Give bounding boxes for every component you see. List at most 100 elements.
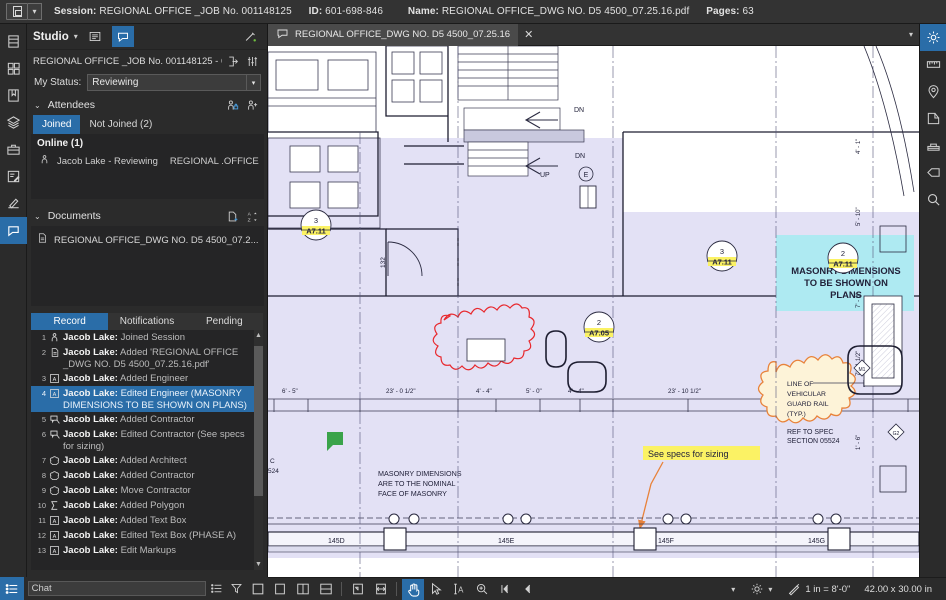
cloud-icon xyxy=(46,454,63,466)
pdf-canvas[interactable]: DN DN UP E xyxy=(268,46,919,577)
record-item-user: Jacob Lake: xyxy=(63,332,118,343)
callout-bubble[interactable]: 3A7.11 xyxy=(301,210,331,240)
fit-page-button[interactable] xyxy=(347,579,369,600)
record-list-item[interactable]: 9Jacob Lake: Move Contractor xyxy=(31,483,263,498)
record-scrollbar[interactable]: ▲ ▼ xyxy=(254,330,263,570)
search-button[interactable] xyxy=(920,186,946,213)
text-select-tool[interactable]: A xyxy=(448,579,470,600)
dimension-label: 23' - 10 1/2" xyxy=(668,388,701,395)
record-list-item[interactable]: 8Jacob Lake: Added Contractor xyxy=(31,468,263,483)
sidebar-thumbnails[interactable] xyxy=(0,28,27,55)
continuous-view[interactable] xyxy=(315,579,337,600)
brightness-icon[interactable] xyxy=(746,579,768,600)
stamp-button[interactable] xyxy=(920,132,946,159)
record-list[interactable]: 1Jacob Lake: Joined Session2Jacob Lake: … xyxy=(31,330,263,570)
svg-text:SECTION 05524: SECTION 05524 xyxy=(787,438,840,445)
zoom-tool[interactable] xyxy=(471,579,493,600)
callout-bubble[interactable]: 3A7.11 xyxy=(707,241,737,271)
chevron-down-icon[interactable]: ⌄ xyxy=(34,212,41,221)
two-page-view[interactable] xyxy=(292,579,314,600)
properties-panel-button[interactable] xyxy=(920,24,946,51)
sidebar-markups-list[interactable] xyxy=(0,163,27,190)
svg-text:C: C xyxy=(270,458,275,465)
chat-list-icon[interactable] xyxy=(0,577,24,600)
tab-joined[interactable]: Joined xyxy=(33,115,80,134)
sidebar-index[interactable] xyxy=(0,55,27,82)
chevron-up-icon[interactable]: ▲ xyxy=(254,330,263,341)
scrollbar-thumb[interactable] xyxy=(254,346,263,496)
tab-not-joined[interactable]: Not Joined (2) xyxy=(80,115,161,134)
callout-bubble[interactable]: 2A7.05 xyxy=(584,312,614,342)
snapshot-button[interactable] xyxy=(920,105,946,132)
record-list-item[interactable]: 12AJacob Lake: Edited Text Box (PHASE A) xyxy=(31,528,263,543)
person-icon xyxy=(39,152,50,170)
my-status-select[interactable]: Reviewing ▾ xyxy=(87,74,261,91)
record-list-item[interactable]: 10Jacob Lake: Added Polygon xyxy=(31,498,263,513)
add-document-icon[interactable] xyxy=(222,210,242,223)
record-list-item[interactable]: 13AJacob Lake: Edit Markups xyxy=(31,543,263,558)
person-add-icon[interactable] xyxy=(242,99,262,112)
record-list-item[interactable]: 5Jacob Lake: Added Contractor xyxy=(31,412,263,427)
location-button[interactable] xyxy=(920,78,946,105)
sliders-icon[interactable] xyxy=(242,55,262,68)
studio-projects-button[interactable] xyxy=(84,26,106,47)
pan-tool[interactable] xyxy=(402,579,424,600)
session-document-button[interactable] xyxy=(6,3,28,20)
chevron-down-icon[interactable]: ▾ xyxy=(74,32,78,41)
chevron-down-icon[interactable]: ▾ xyxy=(909,30,913,39)
sidebar-signature[interactable] xyxy=(0,190,27,217)
sort-az-icon[interactable]: A Z xyxy=(242,210,262,223)
studio-sessions-button[interactable] xyxy=(112,26,134,47)
leave-session-icon[interactable] xyxy=(239,26,261,47)
record-item-number: 6 xyxy=(33,428,46,439)
pages-value: 63 xyxy=(743,6,754,17)
record-list-item[interactable]: 4AJacob Lake: Edited Engineer (MASONRY D… xyxy=(31,386,263,412)
attendee-row[interactable]: Jacob Lake - Reviewing REGIONAL .OFFICE xyxy=(31,152,264,170)
svg-text:A: A xyxy=(247,211,251,217)
svg-text:132: 132 xyxy=(380,257,387,268)
record-list-item[interactable]: 6Jacob Lake: Edited Contractor (See spec… xyxy=(31,427,263,453)
previous-page-button[interactable] xyxy=(517,579,539,600)
chevron-down-icon[interactable]: ▾ xyxy=(246,75,260,90)
documents-section-header[interactable]: ⌄ Documents A Z xyxy=(27,206,267,226)
close-icon[interactable]: ✕ xyxy=(524,28,533,41)
svg-text:G2: G2 xyxy=(893,431,900,437)
record-list-item[interactable]: 11AJacob Lake: Added Text Box xyxy=(31,513,263,528)
fit-width-button[interactable] xyxy=(370,579,392,600)
panel-icon[interactable] xyxy=(247,582,268,596)
sidebar-tool-chest[interactable] xyxy=(0,136,27,163)
exit-icon[interactable] xyxy=(222,55,242,68)
pencil-theme-icon[interactable] xyxy=(783,579,805,600)
chevron-down-icon[interactable]: ⌄ xyxy=(34,101,41,110)
svg-text:A: A xyxy=(53,377,57,383)
record-list-item[interactable]: 7Jacob Lake: Added Architect xyxy=(31,453,263,468)
document-tab[interactable]: REGIONAL OFFICE_DWG NO. D5 4500_07.25.16… xyxy=(268,24,518,46)
tab-pending[interactable]: Pending xyxy=(186,313,263,330)
record-list-item[interactable]: 2Jacob Lake: Added 'REGIONAL OFFICE _DWG… xyxy=(31,345,263,371)
measure-button[interactable] xyxy=(920,51,946,78)
list-icon[interactable] xyxy=(206,582,227,595)
sidebar-bookmarks[interactable] xyxy=(0,82,27,109)
sidebar-studio[interactable] xyxy=(0,217,27,244)
tab-notifications[interactable]: Notifications xyxy=(108,313,185,330)
tag-button[interactable] xyxy=(920,159,946,186)
select-tool[interactable] xyxy=(425,579,447,600)
note-stamp[interactable] xyxy=(327,432,343,445)
tab-record[interactable]: Record xyxy=(31,313,108,330)
first-page-button[interactable] xyxy=(494,579,516,600)
chevron-down-icon[interactable]: ▼ xyxy=(254,559,263,570)
chat-input[interactable]: Chat xyxy=(28,581,206,596)
brightness-chevron-down-icon[interactable]: ▾ xyxy=(768,585,772,594)
document-row[interactable]: REGIONAL OFFICE_DWG NO. D5 4500_07.2... xyxy=(31,231,264,249)
attendees-section-header[interactable]: ⌄ Attendees xyxy=(27,95,267,115)
callout-bubble[interactable]: 2A7.11 xyxy=(828,243,858,273)
chevron-down-icon[interactable]: ▾ xyxy=(28,3,42,20)
single-page-view[interactable] xyxy=(269,579,291,600)
person-lock-icon[interactable] xyxy=(222,99,242,112)
filter-icon[interactable] xyxy=(226,582,247,595)
record-list-item[interactable]: 1Jacob Lake: Joined Session xyxy=(31,330,263,345)
chevron-down-icon[interactable]: ▾ xyxy=(731,585,735,594)
sidebar-layers[interactable] xyxy=(0,109,27,136)
svg-text:DN: DN xyxy=(574,107,584,114)
record-list-item[interactable]: 3AJacob Lake: Added Engineer xyxy=(31,371,263,386)
